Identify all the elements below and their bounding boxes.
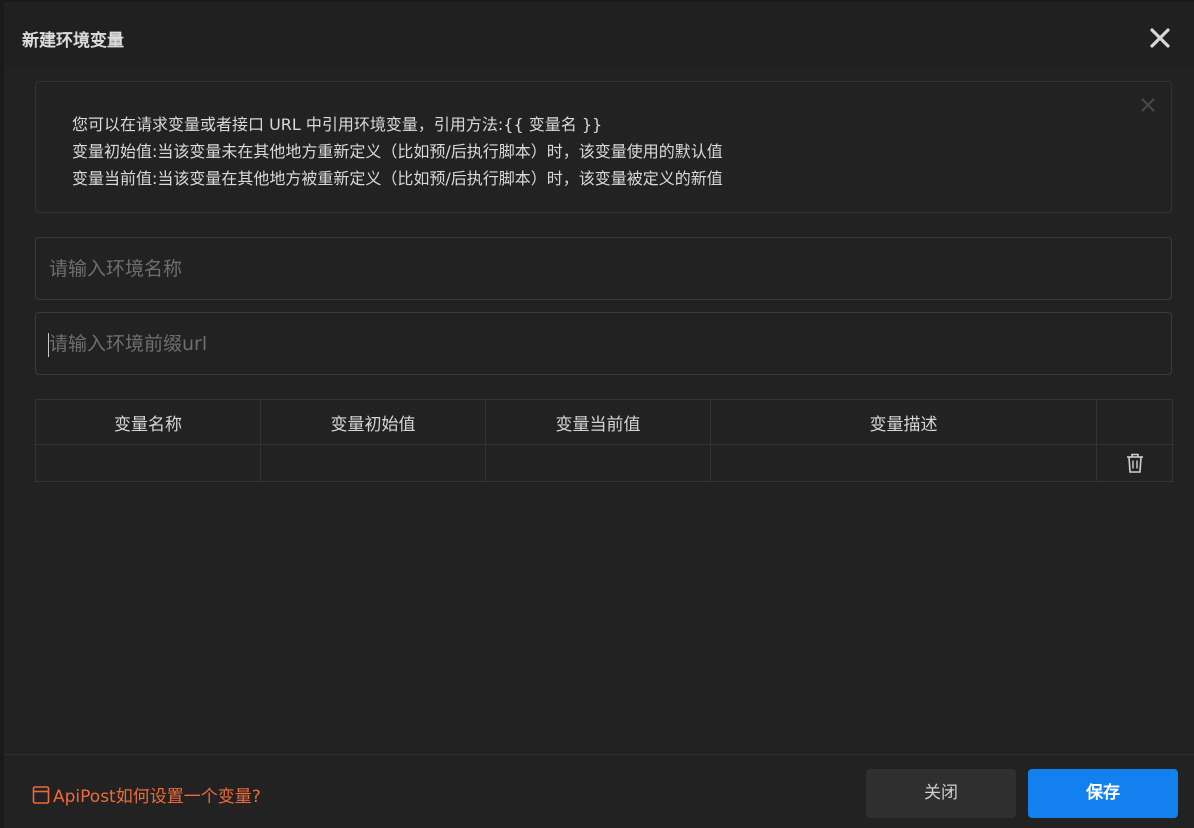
env-name-field[interactable] [35, 237, 1172, 300]
env-url-input[interactable] [36, 313, 1171, 374]
variable-initial-cell[interactable] [260, 444, 486, 482]
save-button[interactable]: 保存 [1028, 769, 1178, 818]
dialog-header: 新建环境变量 [4, 2, 1194, 68]
env-url-field[interactable] [35, 312, 1172, 375]
variable-name-cell[interactable] [35, 444, 261, 482]
close-button[interactable]: 关闭 [866, 769, 1016, 818]
variable-current-cell[interactable] [485, 444, 711, 482]
table-header-row: 变量名称 变量初始值 变量当前值 变量描述 [35, 399, 1173, 445]
column-header-initial: 变量初始值 [260, 399, 486, 445]
info-notice: 您可以在请求变量或者接口 URL 中引用环境变量，引用方法:{{ 变量名 }} … [35, 81, 1172, 213]
notice-close-icon[interactable] [1139, 96, 1157, 114]
variables-table: 变量名称 变量初始值 变量当前值 变量描述 [35, 399, 1173, 482]
column-header-name: 变量名称 [35, 399, 261, 445]
new-environment-dialog: 新建环境变量 您可以在请求变量或者接口 URL 中引用环境变量，引用方法:{{ … [4, 2, 1194, 828]
column-header-actions [1096, 399, 1173, 445]
variable-description-cell[interactable] [710, 444, 1097, 482]
help-link[interactable]: ApiPost如何设置一个变量? [32, 782, 261, 807]
dialog-footer: ApiPost如何设置一个变量? 关闭 保存 [4, 754, 1194, 828]
notice-line: 变量当前值:当该变量在其他地方被重新定义（比如预/后执行脚本）时，该变量被定义的… [72, 169, 723, 188]
table-row [35, 444, 1173, 482]
close-icon[interactable] [1146, 24, 1174, 52]
document-icon [32, 785, 50, 805]
notice-line: 变量初始值:当该变量未在其他地方重新定义（比如预/后执行脚本）时，该变量使用的默… [72, 142, 723, 161]
column-header-current: 变量当前值 [485, 399, 711, 445]
row-actions-cell [1096, 444, 1173, 482]
dialog-title: 新建环境变量 [22, 31, 124, 51]
column-header-description: 变量描述 [710, 399, 1097, 445]
env-name-input[interactable] [36, 238, 1171, 299]
trash-icon[interactable] [1125, 452, 1145, 474]
help-link-label: ApiPost如何设置一个变量? [53, 787, 261, 807]
text-cursor [48, 333, 49, 357]
notice-line: 您可以在请求变量或者接口 URL 中引用环境变量，引用方法:{{ 变量名 }} [72, 115, 603, 134]
